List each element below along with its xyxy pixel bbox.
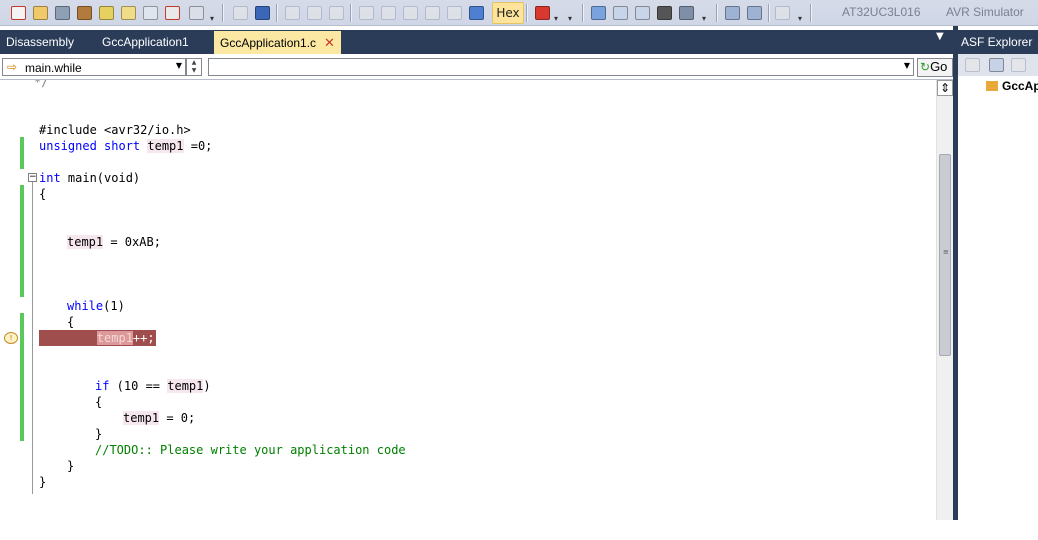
code-line: } bbox=[95, 427, 103, 441]
device-label[interactable]: AT32UC3L016 bbox=[842, 5, 921, 19]
tab-dropdown-icon[interactable]: ▼ bbox=[936, 31, 944, 42]
address-input[interactable]: ▼ bbox=[208, 58, 914, 76]
code-line: if (10 == temp1) bbox=[95, 379, 211, 393]
step-over-icon[interactable] bbox=[356, 3, 376, 23]
arrow-icon: ⇨ bbox=[7, 60, 18, 74]
change-marker bbox=[20, 185, 24, 297]
asf-toolbar bbox=[958, 54, 1038, 76]
tool-icon[interactable] bbox=[772, 3, 792, 23]
folder-icon bbox=[986, 81, 998, 91]
code-line: unsigned short temp1 =0; bbox=[39, 139, 213, 153]
bottom-area bbox=[0, 520, 1038, 540]
tab-gccapplication1-c[interactable]: GccApplication1.c ✕ bbox=[214, 31, 341, 54]
braces-icon[interactable] bbox=[140, 3, 160, 23]
code-line: #include <avr32/io.h> bbox=[39, 123, 191, 137]
code-comment: //TODO:: Please write your application c… bbox=[95, 443, 406, 457]
tool-label[interactable]: AVR Simulator bbox=[946, 5, 1024, 19]
breakpoint-icon[interactable]: ! bbox=[4, 332, 18, 344]
step-out-icon[interactable] bbox=[400, 3, 420, 23]
run-to-icon[interactable] bbox=[422, 3, 442, 23]
memory-icon[interactable] bbox=[610, 3, 630, 23]
step-into-icon[interactable] bbox=[378, 3, 398, 23]
registers-icon[interactable] bbox=[632, 3, 652, 23]
scope-spinner[interactable]: ▲ ▼ bbox=[186, 58, 202, 76]
spellcheck-icon[interactable] bbox=[162, 3, 182, 23]
tab-gccapplication1[interactable]: GccApplication1 bbox=[96, 31, 195, 54]
code-line: } bbox=[67, 459, 75, 473]
chevron-down-icon[interactable]: ▼ bbox=[904, 61, 910, 70]
tree-item[interactable]: GccAp bbox=[986, 79, 1038, 93]
stop-debug-icon[interactable] bbox=[466, 3, 486, 23]
code-line: { bbox=[67, 315, 75, 329]
tab-disassembly[interactable]: Disassembly bbox=[0, 31, 80, 54]
step-return-icon[interactable] bbox=[444, 3, 464, 23]
code-line: */ bbox=[34, 80, 49, 89]
code-editor[interactable]: */ − ! #include <avr32/io.h> unsigned sh… bbox=[0, 80, 936, 520]
scroll-thumb[interactable]: ≡ bbox=[939, 154, 951, 356]
document-tabs: Disassembly GccApplication1 GccApplicati… bbox=[0, 30, 958, 54]
main-toolbar: ▾ Hex ▾ ▾ ▾ ▾ AT32UC3L016 AVR Simulator bbox=[0, 0, 1038, 26]
code-line: while(1) bbox=[67, 299, 125, 313]
code-line: int main(void) bbox=[39, 171, 141, 185]
change-marker bbox=[20, 313, 24, 441]
close-icon[interactable]: ✕ bbox=[324, 35, 335, 50]
go-button[interactable]: ↻Go bbox=[917, 58, 953, 77]
asf-tree: GccAp bbox=[958, 76, 1038, 520]
asf-explorer-title: ASF Explorer bbox=[958, 30, 1038, 54]
tools-icon[interactable] bbox=[74, 3, 94, 23]
current-line-highlight: temp1++; bbox=[39, 330, 156, 346]
code-line: { bbox=[95, 395, 103, 409]
code-line: temp1 = 0xAB; bbox=[67, 235, 161, 249]
go-icon: ↻ bbox=[920, 60, 931, 74]
processor-icon[interactable] bbox=[654, 3, 674, 23]
navigation-bar: ⇨ main.while ▼ ▲ ▼ ▼ ↻Go bbox=[0, 56, 958, 80]
record-icon[interactable] bbox=[532, 3, 552, 23]
play-pause-icon[interactable] bbox=[230, 3, 250, 23]
run-icon[interactable] bbox=[326, 3, 346, 23]
hex-button[interactable]: Hex bbox=[492, 2, 524, 24]
tag2-icon[interactable] bbox=[118, 3, 138, 23]
change-marker bbox=[20, 137, 24, 169]
watch-icon[interactable] bbox=[744, 3, 764, 23]
pause-icon[interactable] bbox=[304, 3, 324, 23]
checkbox-icon[interactable] bbox=[8, 3, 28, 23]
collapse-icon[interactable]: − bbox=[28, 173, 37, 182]
code-line: { bbox=[39, 187, 47, 201]
wrench-icon[interactable] bbox=[52, 3, 72, 23]
tag-icon[interactable] bbox=[96, 3, 116, 23]
refresh-icon[interactable] bbox=[962, 55, 982, 75]
calendar-icon[interactable] bbox=[722, 3, 742, 23]
vertical-scrollbar[interactable]: ⇕ ≡ bbox=[936, 80, 953, 520]
step-icon[interactable] bbox=[282, 3, 302, 23]
view-icon[interactable] bbox=[1008, 55, 1028, 75]
code-line: } bbox=[39, 475, 47, 489]
disassembly-icon[interactable] bbox=[676, 3, 696, 23]
chevron-down-icon[interactable]: ▼ bbox=[176, 61, 182, 70]
paste-icon[interactable] bbox=[186, 3, 206, 23]
code-line: temp1 = 0; bbox=[123, 411, 196, 425]
open-icon[interactable] bbox=[30, 3, 50, 23]
scope-dropdown[interactable]: ⇨ main.while ▼ bbox=[2, 58, 186, 76]
outline-guide bbox=[32, 182, 33, 494]
stop-icon[interactable] bbox=[252, 3, 272, 23]
sort-icon[interactable] bbox=[986, 55, 1006, 75]
layout-icon[interactable] bbox=[588, 3, 608, 23]
split-icon[interactable]: ⇕ bbox=[937, 80, 953, 96]
